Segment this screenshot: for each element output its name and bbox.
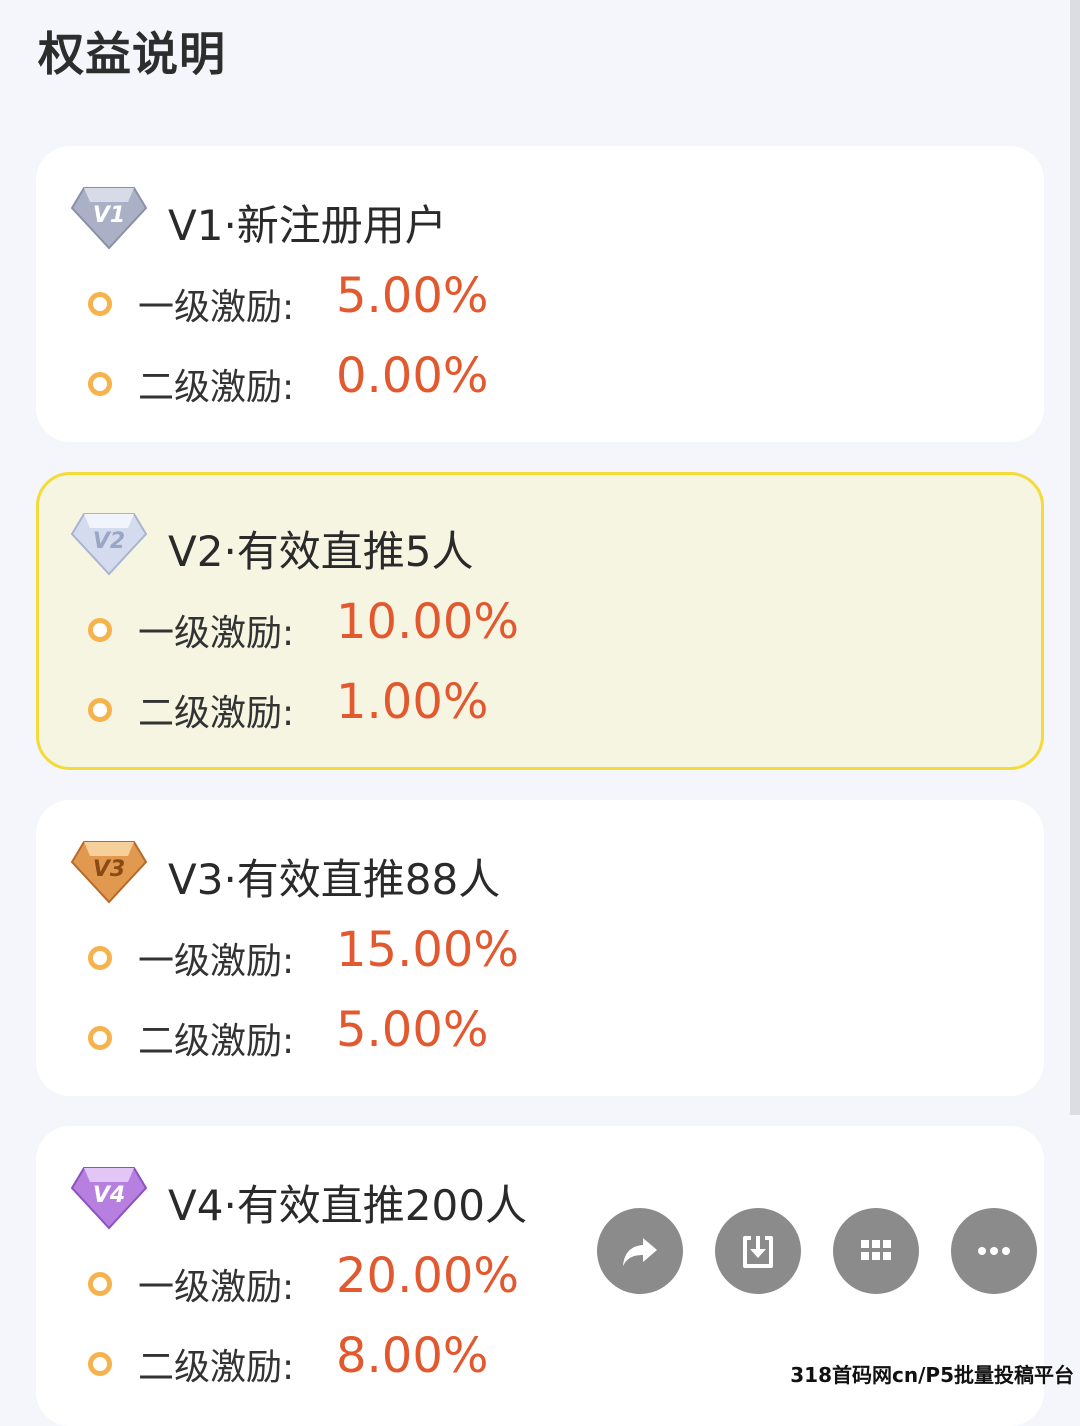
svg-text:V1: V1 xyxy=(93,203,125,228)
bullet-icon xyxy=(88,1026,112,1050)
watermark-text: 318首码网cn/P5批量投稿平台 xyxy=(790,1363,1074,1387)
download-icon xyxy=(743,1236,773,1268)
reward-label: 二级激励: xyxy=(138,367,295,408)
bullet-icon xyxy=(88,618,112,642)
v4-diamond-badge-icon: V4 xyxy=(70,1167,148,1230)
share-button[interactable] xyxy=(597,1208,683,1294)
v1-diamond-badge-icon: V1 xyxy=(70,187,148,250)
level-card-v2: V2 V2·有效直推5人 一级激励: 10.00% 二级激励: 1.00% xyxy=(36,472,1044,770)
reward-value: 20.00% xyxy=(336,1248,520,1304)
bullet-icon xyxy=(88,372,112,396)
reward-label: 一级激励: xyxy=(138,941,295,982)
v2-diamond-badge-icon: V2 xyxy=(70,513,148,576)
level-title: V2·有效直推5人 xyxy=(168,527,474,576)
grid-button[interactable] xyxy=(833,1208,919,1294)
reward-label: 二级激励: xyxy=(138,1347,295,1388)
reward-value: 15.00% xyxy=(336,922,520,978)
level-1-reward-row: 一级激励: 5.00% xyxy=(88,268,988,334)
level-card-v1: V1 V1·新注册用户 一级激励: 5.00% 二级激励: 0.00% xyxy=(36,146,1044,442)
share-icon xyxy=(623,1238,657,1266)
bullet-icon xyxy=(88,1272,112,1296)
reward-value: 8.00% xyxy=(336,1328,489,1384)
reward-value: 5.00% xyxy=(336,268,489,324)
level-2-reward-row: 二级激励: 5.00% xyxy=(88,1002,988,1068)
reward-label: 二级激励: xyxy=(138,1021,295,1062)
level-2-reward-row: 二级激励: 0.00% xyxy=(88,348,988,414)
svg-text:V2: V2 xyxy=(93,529,125,554)
reward-value: 1.00% xyxy=(336,674,489,730)
level-card-v3: V3 V3·有效直推88人 一级激励: 15.00% 二级激励: 5.00% xyxy=(36,800,1044,1096)
bullet-icon xyxy=(88,698,112,722)
level-1-reward-row: 一级激励: 10.00% xyxy=(88,594,988,660)
scrollbar[interactable] xyxy=(1070,0,1080,1115)
grid-icon xyxy=(861,1240,891,1260)
reward-label: 一级激励: xyxy=(138,613,295,654)
level-1-reward-row: 一级激励: 15.00% xyxy=(88,922,988,988)
svg-text:V4: V4 xyxy=(93,1183,125,1208)
download-button[interactable] xyxy=(715,1208,801,1294)
reward-value: 0.00% xyxy=(336,348,489,404)
more-icon xyxy=(978,1247,1010,1255)
reward-label: 一级激励: xyxy=(138,287,295,328)
reward-label: 二级激励: xyxy=(138,693,295,734)
level-title: V1·新注册用户 xyxy=(168,201,447,250)
reward-value: 10.00% xyxy=(336,594,520,650)
level-title: V4·有效直推200人 xyxy=(168,1181,527,1230)
svg-text:V3: V3 xyxy=(93,857,125,882)
page-title: 权益说明 xyxy=(38,27,226,81)
bullet-icon xyxy=(88,946,112,970)
more-button[interactable] xyxy=(951,1208,1037,1294)
bullet-icon xyxy=(88,1352,112,1376)
v3-diamond-badge-icon: V3 xyxy=(70,841,148,904)
reward-value: 5.00% xyxy=(336,1002,489,1058)
level-title: V3·有效直推88人 xyxy=(168,855,501,904)
bullet-icon xyxy=(88,292,112,316)
level-2-reward-row: 二级激励: 1.00% xyxy=(88,674,988,740)
reward-label: 一级激励: xyxy=(138,1267,295,1308)
